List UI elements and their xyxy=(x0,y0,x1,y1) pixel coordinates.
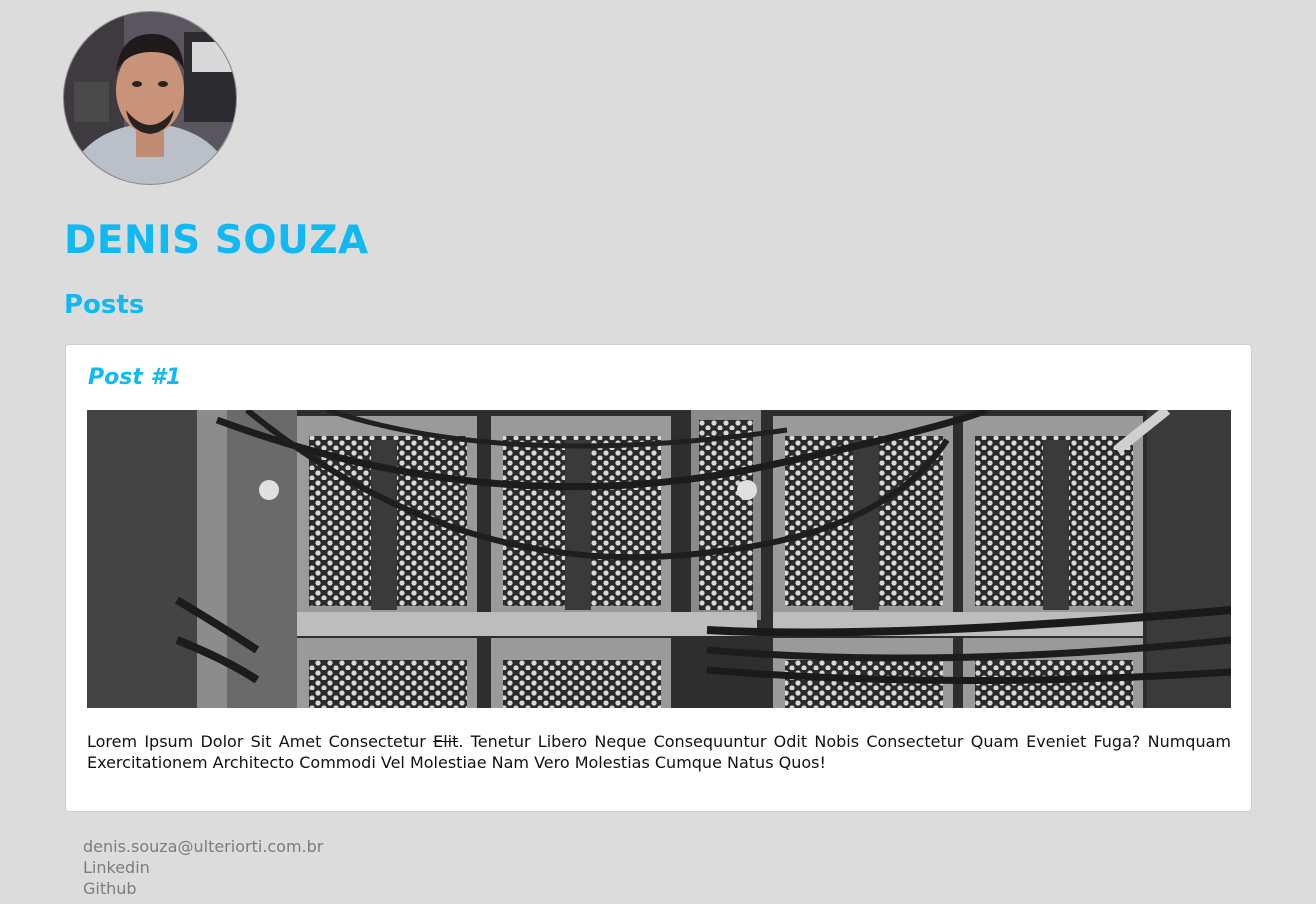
posts-heading: Posts xyxy=(64,290,145,320)
post-body-text-before: Lorem Ipsum Dolor Sit Amet Consectetur xyxy=(87,732,434,751)
server-rack-photo xyxy=(87,410,1231,708)
post-body-struck-text: Elit xyxy=(433,732,459,751)
post-title: Post #1 xyxy=(88,365,182,390)
post-image xyxy=(87,410,1231,708)
footer-links: denis.souza@ulteriorti.com.br Linkedin G… xyxy=(83,836,323,899)
post-card: Post #1 Lorem Ipsum Dolor Sit Amet Conse… xyxy=(65,344,1252,812)
profile-photo xyxy=(64,12,236,184)
avatar xyxy=(63,11,237,185)
profile-name: DENIS SOUZA xyxy=(64,218,369,263)
post-body: Lorem Ipsum Dolor Sit Amet Consectetur E… xyxy=(87,731,1231,773)
linkedin-link[interactable]: Linkedin xyxy=(83,857,323,878)
email-link[interactable]: denis.souza@ulteriorti.com.br xyxy=(83,836,323,857)
github-link[interactable]: Github xyxy=(83,878,323,899)
profile-page: DENIS SOUZA Posts Post #1 Lorem Ipsum Do… xyxy=(0,0,1316,904)
